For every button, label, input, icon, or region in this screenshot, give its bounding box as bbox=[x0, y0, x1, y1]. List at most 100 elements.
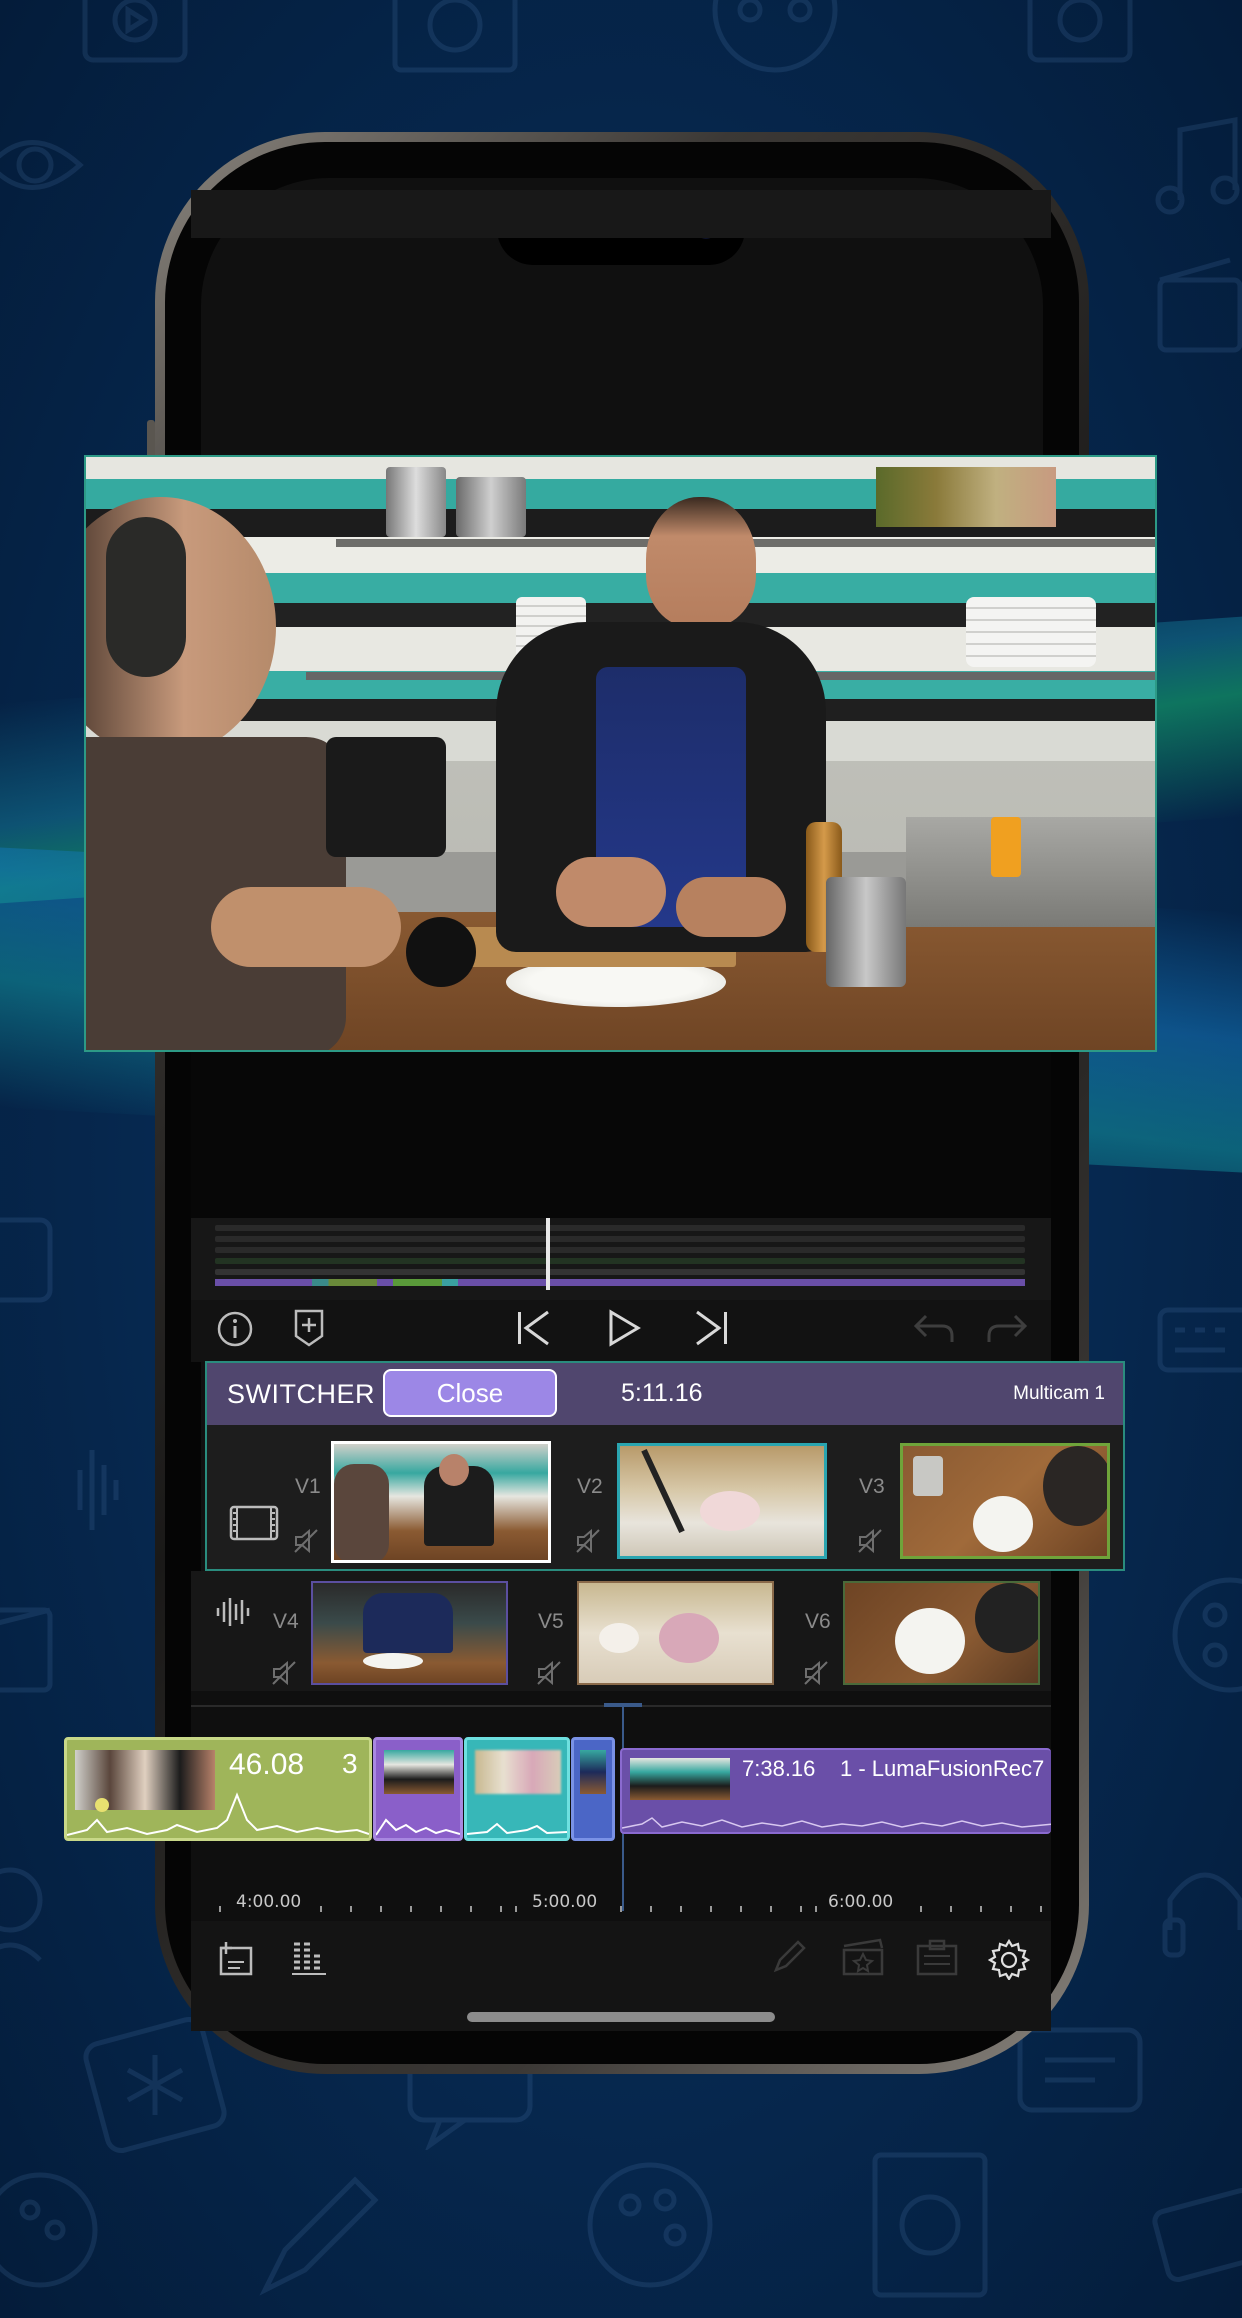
muted-speaker-icon[interactable] bbox=[271, 1660, 299, 1686]
camera-lens bbox=[406, 917, 476, 987]
ruler-tick bbox=[470, 1906, 472, 1912]
muted-speaker-icon[interactable] bbox=[536, 1660, 564, 1686]
selected-clip[interactable]: 46.08 3 bbox=[64, 1737, 372, 1841]
muted-speaker-icon[interactable] bbox=[293, 1528, 321, 1554]
person-icon bbox=[0, 1860, 60, 1975]
angle-thumb-v5[interactable] bbox=[577, 1581, 774, 1685]
video-track-icon[interactable] bbox=[229, 1505, 279, 1541]
angle-thumb-v3[interactable] bbox=[900, 1443, 1110, 1559]
waveform-icon bbox=[70, 1430, 130, 1555]
muted-speaker-icon[interactable] bbox=[575, 1528, 603, 1554]
muted-speaker-icon[interactable] bbox=[803, 1660, 831, 1686]
angle-label-v6: V6 bbox=[805, 1610, 831, 1633]
camera-rig bbox=[326, 737, 446, 857]
ruler-tick bbox=[680, 1906, 682, 1912]
add-marker-icon[interactable] bbox=[292, 1308, 326, 1348]
pot-1 bbox=[386, 467, 446, 537]
clipboard-icon[interactable] bbox=[914, 1938, 960, 1978]
angle-label-v5: V5 bbox=[538, 1610, 564, 1633]
status-bar-area bbox=[191, 190, 1051, 238]
close-button[interactable]: Close bbox=[383, 1369, 557, 1417]
film-frame-icon bbox=[860, 2140, 1000, 2315]
ruler-tick bbox=[800, 1906, 802, 1912]
ruler-tick bbox=[380, 1906, 382, 1912]
clip-teal-1[interactable] bbox=[464, 1737, 570, 1841]
star-folder-icon[interactable] bbox=[840, 1938, 886, 1978]
main-clip-name: 1 - LumaFusionRec7 bbox=[840, 1756, 1045, 1781]
ruler-tick bbox=[950, 1906, 952, 1912]
audio-meter-icon[interactable] bbox=[290, 1940, 328, 1976]
undo-icon[interactable] bbox=[912, 1312, 956, 1344]
ruler-label-6min: 6:00.00 bbox=[828, 1892, 894, 1912]
skip-to-start-icon[interactable] bbox=[514, 1308, 552, 1348]
switcher-title: SWITCHER bbox=[227, 1379, 375, 1409]
video-icon bbox=[80, 0, 190, 75]
skip-to-end-icon[interactable] bbox=[693, 1308, 731, 1348]
multicam-clip-name: Multicam 1 bbox=[1013, 1383, 1105, 1404]
keyboard-icon bbox=[1150, 1290, 1242, 1395]
mini-track-1 bbox=[215, 1225, 1025, 1231]
angle-thumb-v6[interactable] bbox=[843, 1581, 1040, 1685]
ruler-label-5min: 5:00.00 bbox=[532, 1892, 598, 1912]
ruler-tick bbox=[320, 1906, 322, 1912]
clip-blue-1[interactable] bbox=[571, 1737, 615, 1841]
music-note-icon bbox=[1150, 110, 1242, 225]
sink bbox=[906, 817, 1155, 927]
ruler-tick bbox=[815, 1906, 817, 1912]
redo-icon[interactable] bbox=[985, 1312, 1029, 1344]
angle-thumb-v2[interactable] bbox=[617, 1443, 827, 1559]
palette-icon bbox=[0, 2150, 110, 2315]
camera-icon bbox=[0, 1200, 60, 1325]
video-preview[interactable] bbox=[84, 455, 1157, 1052]
angle-label-v2: V2 bbox=[577, 1475, 603, 1498]
main-clip[interactable]: 7:38.16 1 - LumaFusionRec7 bbox=[620, 1748, 1051, 1834]
viewer-background bbox=[191, 1050, 1051, 1220]
selected-clip-duration: 46.08 bbox=[229, 1748, 305, 1781]
bowl-stack bbox=[966, 597, 1096, 667]
pencil-bg-icon bbox=[245, 2150, 385, 2315]
yellow-jar bbox=[991, 817, 1021, 877]
palette-icon-2 bbox=[575, 2140, 725, 2315]
eye-icon bbox=[0, 110, 90, 225]
ruler-tick bbox=[1010, 1906, 1012, 1912]
pencil-icon[interactable] bbox=[770, 1938, 808, 1976]
angle-thumb-v1[interactable] bbox=[331, 1441, 551, 1563]
ruler-tick bbox=[650, 1906, 652, 1912]
ruler-tick bbox=[770, 1906, 772, 1912]
mini-track-main bbox=[215, 1279, 1025, 1286]
gear-icon[interactable] bbox=[988, 1938, 1030, 1980]
add-title-icon[interactable] bbox=[216, 1938, 256, 1978]
playhead-handle[interactable] bbox=[604, 1703, 642, 1707]
mini-track-3 bbox=[215, 1247, 1025, 1253]
mini-timeline-area bbox=[191, 1218, 1051, 1310]
film-reel-icon-2 bbox=[1160, 1570, 1242, 1705]
muted-speaker-icon[interactable] bbox=[857, 1528, 885, 1554]
angle-thumb-v4[interactable] bbox=[311, 1581, 508, 1685]
headphones-icon bbox=[1160, 1840, 1242, 1975]
clip-purple-1[interactable] bbox=[373, 1737, 463, 1841]
play-icon[interactable] bbox=[606, 1308, 642, 1348]
audio-track-icon[interactable] bbox=[214, 1594, 254, 1630]
ruler-tick bbox=[410, 1906, 412, 1912]
mini-track-4 bbox=[215, 1258, 1025, 1264]
angle-label-v3: V3 bbox=[859, 1475, 885, 1498]
switcher-timecode: 5:11.16 bbox=[621, 1379, 703, 1407]
selected-clip-badge: 3 bbox=[342, 1748, 358, 1779]
clapper-icon bbox=[1150, 250, 1242, 365]
mini-playhead[interactable] bbox=[546, 1218, 550, 1290]
home-indicator[interactable] bbox=[467, 2012, 775, 2022]
info-icon[interactable] bbox=[216, 1310, 254, 1348]
switcher-panel: SWITCHER Close 5:11.16 Multicam 1 V1 V2 … bbox=[205, 1361, 1125, 1571]
switcher-header: SWITCHER Close 5:11.16 Multicam 1 bbox=[207, 1363, 1123, 1425]
ruler-tick bbox=[350, 1906, 352, 1912]
operator-headphones bbox=[106, 517, 186, 677]
film-icon bbox=[385, 0, 525, 85]
mini-track-5 bbox=[215, 1269, 1025, 1275]
ruler-tick bbox=[620, 1906, 622, 1912]
ruler-tick bbox=[440, 1906, 442, 1912]
ruler-tick bbox=[740, 1906, 742, 1912]
ruler-tick bbox=[515, 1906, 517, 1912]
utensil-holder bbox=[826, 877, 906, 987]
ruler-tick bbox=[980, 1906, 982, 1912]
ruler-tick bbox=[710, 1906, 712, 1912]
